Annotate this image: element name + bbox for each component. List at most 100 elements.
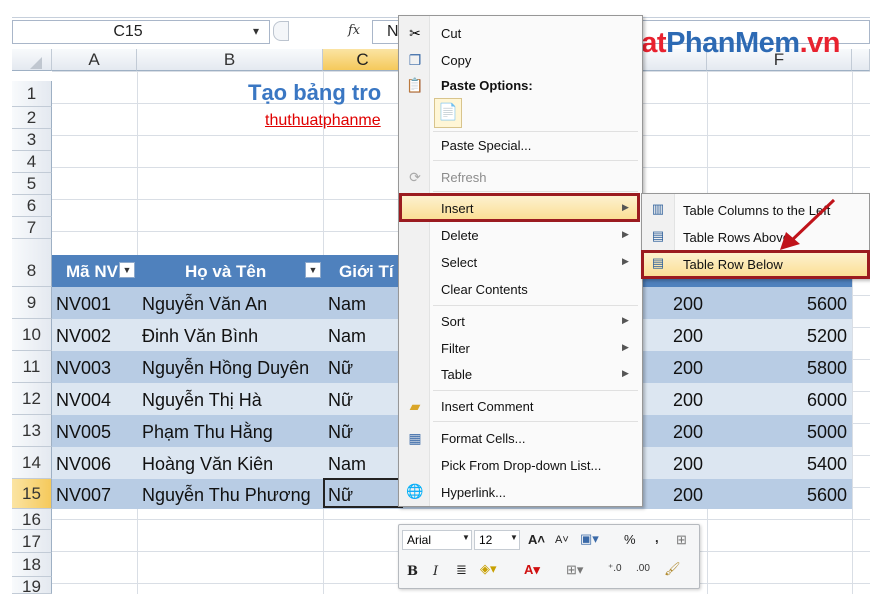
menu-item-sort[interactable]: Sort xyxy=(441,314,465,329)
row-header-3[interactable]: 3 xyxy=(12,129,52,151)
insert-function-icon[interactable]: fx xyxy=(348,23,360,38)
cell-f[interactable]: 5200 xyxy=(707,326,847,347)
cell-gender[interactable]: Nam xyxy=(328,454,366,475)
row-header-19[interactable]: 19 xyxy=(12,577,52,596)
cell-id[interactable]: NV001 xyxy=(56,294,111,315)
column-header-a[interactable]: A xyxy=(52,49,137,71)
grow-font-icon[interactable]: A˄ xyxy=(528,532,545,547)
cell-name[interactable]: Nguyễn Hồng Duyên xyxy=(142,358,309,379)
cell-f[interactable]: 6000 xyxy=(707,390,847,411)
cell-name[interactable]: Nguyễn Văn An xyxy=(142,294,267,315)
cell-d[interactable]: 200 xyxy=(643,358,703,379)
cell-id[interactable]: NV005 xyxy=(56,422,111,443)
cell-gender[interactable]: Nữ xyxy=(328,422,353,443)
shrink-font-icon[interactable]: A˅ xyxy=(555,534,569,546)
menu-item-pick-list[interactable]: Pick From Drop-down List... xyxy=(441,458,601,473)
menu-item-insert[interactable]: Insert xyxy=(441,201,474,216)
percent-style-button[interactable]: % xyxy=(624,532,636,547)
cell-gender[interactable]: Nam xyxy=(328,294,366,315)
menu-item-copy[interactable]: Copy xyxy=(441,53,471,68)
row-header-12[interactable]: 12 xyxy=(12,383,52,415)
cell-id[interactable]: NV002 xyxy=(56,326,111,347)
menu-item-insert-comment[interactable]: Insert Comment xyxy=(441,399,533,414)
cell-gender[interactable]: Nữ xyxy=(328,358,353,379)
increase-decimal-icon[interactable]: ⁺.0 xyxy=(608,563,622,574)
paste-icon[interactable]: 📄 xyxy=(434,98,462,128)
submenu-item-row-below[interactable]: Table Row Below xyxy=(683,257,783,272)
column-header-b[interactable]: B xyxy=(137,49,323,71)
chevron-down-icon[interactable]: ▼ xyxy=(462,533,470,542)
cell-f[interactable]: 5400 xyxy=(707,454,847,475)
insert-row-below-icon: ▤ xyxy=(651,255,665,270)
cell-d[interactable]: 200 xyxy=(643,326,703,347)
cell-name[interactable]: Hoàng Văn Kiên xyxy=(142,454,273,475)
row-header-6[interactable]: 6 xyxy=(12,195,52,217)
borders-icon[interactable]: ⊞▾ xyxy=(566,562,583,578)
accounting-format-icon[interactable]: ▣▾ xyxy=(580,531,599,547)
row-header-17[interactable]: 17 xyxy=(12,530,52,553)
filter-dropdown-id[interactable]: ▼ xyxy=(119,262,135,278)
cell-gender[interactable]: Nữ xyxy=(328,390,353,411)
sheet-link[interactable]: thuthuatphanme xyxy=(265,112,381,130)
menu-item-paste-special[interactable]: Paste Special... xyxy=(441,138,531,153)
menu-item-clear-contents[interactable]: Clear Contents xyxy=(441,282,528,297)
menu-item-cut[interactable]: Cut xyxy=(441,26,461,41)
name-box[interactable]: C15 ▾ xyxy=(12,20,270,44)
cell-name[interactable]: Nguyễn Thu Phương xyxy=(142,485,311,506)
italic-button[interactable]: I xyxy=(433,564,438,579)
fill-color-icon[interactable]: ◈▾ xyxy=(480,561,497,577)
menu-item-format-cells[interactable]: Format Cells... xyxy=(441,431,526,446)
comma-style-button[interactable]: , xyxy=(655,530,659,545)
menu-item-select[interactable]: Select xyxy=(441,255,477,270)
cell-d[interactable]: 200 xyxy=(643,294,703,315)
cell-d[interactable]: 200 xyxy=(643,454,703,475)
bold-button[interactable]: B xyxy=(407,564,418,579)
row-header-4[interactable]: 4 xyxy=(12,151,52,173)
row-header-10[interactable]: 10 xyxy=(12,319,52,351)
column-header-c[interactable]: C xyxy=(323,49,403,71)
row-header-16[interactable]: 16 xyxy=(12,509,52,530)
chevron-down-icon[interactable]: ▼ xyxy=(510,533,518,542)
row-header-9[interactable]: 9 xyxy=(12,287,52,319)
row-header-7[interactable]: 7 xyxy=(12,217,52,239)
menu-item-insert-highlight[interactable] xyxy=(399,193,640,222)
cell-d[interactable]: 200 xyxy=(643,485,703,506)
align-center-icon[interactable]: ≣ xyxy=(456,562,467,578)
cell-id[interactable]: NV007 xyxy=(56,485,111,506)
cell-name[interactable]: Phạm Thu Hằng xyxy=(142,422,273,443)
cell-f[interactable]: 5600 xyxy=(707,485,847,506)
cell-f[interactable]: 5000 xyxy=(707,422,847,443)
active-cell-c15[interactable] xyxy=(323,478,403,508)
cell-id[interactable]: NV004 xyxy=(56,390,111,411)
row-header-1[interactable]: 1 xyxy=(12,81,52,107)
cell-name[interactable]: Nguyễn Thị Hà xyxy=(142,390,262,411)
cell-id[interactable]: NV006 xyxy=(56,454,111,475)
row-header-5[interactable]: 5 xyxy=(12,173,52,195)
row-header-15[interactable]: 15 xyxy=(12,479,52,509)
cell-f[interactable]: 5600 xyxy=(707,294,847,315)
cell-d[interactable]: 200 xyxy=(643,390,703,411)
row-header-2[interactable]: 2 xyxy=(12,107,52,129)
row-header-14[interactable]: 14 xyxy=(12,447,52,479)
cell-f[interactable]: 5800 xyxy=(707,358,847,379)
cell-name[interactable]: Đinh Văn Bình xyxy=(142,326,258,347)
row-header-11[interactable]: 11 xyxy=(12,351,52,383)
font-color-icon[interactable]: A▾ xyxy=(524,562,540,578)
menu-item-hyperlink[interactable]: Hyperlink... xyxy=(441,485,506,500)
formula-bar-resize-handle[interactable] xyxy=(273,21,289,41)
cell-gender[interactable]: Nam xyxy=(328,326,366,347)
decrease-decimal-icon[interactable]: .00 xyxy=(636,563,650,574)
menu-item-filter[interactable]: Filter xyxy=(441,341,470,356)
filter-dropdown-name[interactable]: ▼ xyxy=(305,262,321,278)
cell-d[interactable]: 200 xyxy=(643,422,703,443)
merge-cells-icon[interactable]: ⊞ xyxy=(676,532,687,548)
row-header-18[interactable]: 18 xyxy=(12,553,52,577)
row-header-8[interactable]: 8 xyxy=(12,239,52,287)
name-box-dropdown-icon[interactable]: ▾ xyxy=(253,24,259,38)
row-header-13[interactable]: 13 xyxy=(12,415,52,447)
cell-id[interactable]: NV003 xyxy=(56,358,111,379)
format-painter-icon[interactable]: 🖌 xyxy=(664,561,681,577)
menu-item-delete[interactable]: Delete xyxy=(441,228,479,243)
column-header-next[interactable] xyxy=(852,49,870,71)
menu-item-table[interactable]: Table xyxy=(441,367,472,382)
